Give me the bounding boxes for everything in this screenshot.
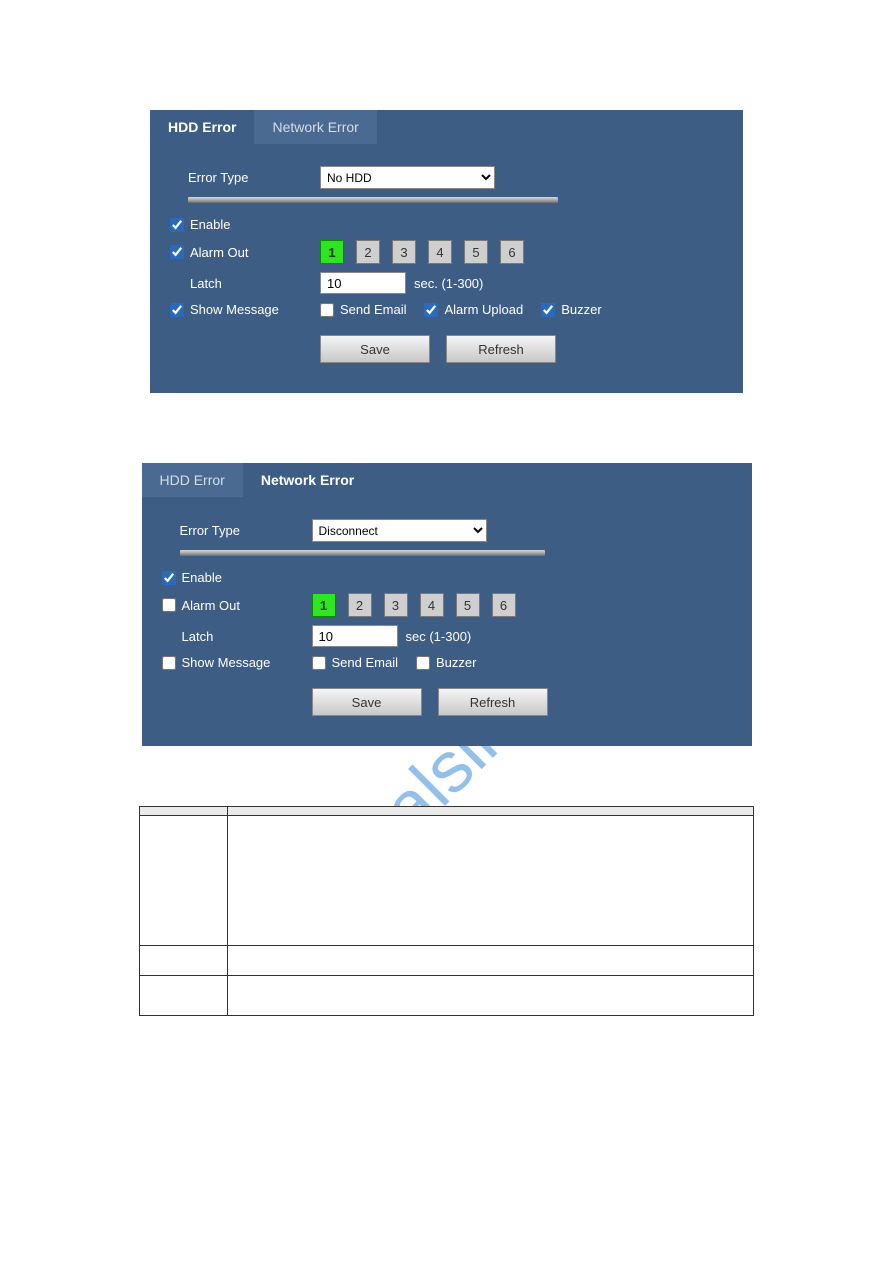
send-email-label: Send Email [332,655,398,670]
latch-label: Latch [182,629,214,644]
alarm-out-1[interactable]: 1 [320,240,344,264]
parameter-table [139,806,754,1016]
show-message-label: Show Message [182,655,271,670]
alarm-out-buttons: 1 2 3 4 5 6 [312,593,520,617]
error-type-label: Error Type [180,523,312,538]
error-type-label: Error Type [188,170,320,185]
cell-param [140,946,228,976]
alarm-out-label: Alarm Out [182,598,241,613]
tab-network-error[interactable]: Network Error [243,463,372,497]
alarm-out-2[interactable]: 2 [356,240,380,264]
refresh-button[interactable]: Refresh [438,688,548,716]
tab-bar: HDD Error Network Error [142,463,752,497]
refresh-button[interactable]: Refresh [446,335,556,363]
divider [180,550,545,556]
cell-param [140,816,228,946]
enable-checkbox[interactable] [162,571,176,585]
tab-hdd-error[interactable]: HDD Error [150,110,254,144]
alarm-out-2[interactable]: 2 [348,593,372,617]
save-button[interactable]: Save [312,688,422,716]
show-message-label: Show Message [190,302,279,317]
error-type-select[interactable]: Disconnect [312,519,487,542]
alarm-out-3[interactable]: 3 [384,593,408,617]
error-type-select[interactable]: No HDD [320,166,495,189]
alarm-upload-checkbox[interactable] [424,303,438,317]
table-header-function [228,807,754,816]
buzzer-checkbox[interactable] [541,303,555,317]
show-message-checkbox[interactable] [170,303,184,317]
cell-func [228,976,754,1016]
latch-unit: sec. (1-300) [414,276,483,291]
alarm-out-3[interactable]: 3 [392,240,416,264]
alarm-out-label: Alarm Out [190,245,249,260]
alarm-out-buttons: 1 2 3 4 5 6 [320,240,528,264]
tab-bar: HDD Error Network Error [150,110,743,144]
latch-input[interactable] [320,272,406,294]
alarm-out-5[interactable]: 5 [464,240,488,264]
alarm-out-4[interactable]: 4 [428,240,452,264]
hdd-error-panel: HDD Error Network Error Error Type No HD… [150,110,743,393]
buzzer-label: Buzzer [561,302,601,317]
latch-input[interactable] [312,625,398,647]
cell-func [228,946,754,976]
latch-label: Latch [190,276,222,291]
alarm-out-4[interactable]: 4 [420,593,444,617]
alarm-out-6[interactable]: 6 [492,593,516,617]
table-row [140,946,754,976]
alarm-out-1[interactable]: 1 [312,593,336,617]
cell-func [228,816,754,946]
table-header-parameter [140,807,228,816]
show-message-checkbox[interactable] [162,656,176,670]
network-error-panel: HDD Error Network Error Error Type Disco… [142,463,752,746]
table-row [140,816,754,946]
send-email-checkbox[interactable] [312,656,326,670]
alarm-upload-label: Alarm Upload [444,302,523,317]
enable-label: Enable [182,570,222,585]
save-button[interactable]: Save [320,335,430,363]
alarm-out-5[interactable]: 5 [456,593,480,617]
buzzer-label: Buzzer [436,655,476,670]
send-email-label: Send Email [340,302,406,317]
enable-label: Enable [190,217,230,232]
divider [188,197,558,203]
alarm-out-checkbox[interactable] [162,598,176,612]
table-row [140,976,754,1016]
alarm-out-checkbox[interactable] [170,245,184,259]
tab-hdd-error[interactable]: HDD Error [142,463,243,497]
tab-network-error[interactable]: Network Error [254,110,376,144]
enable-checkbox[interactable] [170,218,184,232]
buzzer-checkbox[interactable] [416,656,430,670]
latch-unit: sec (1-300) [406,629,472,644]
alarm-out-6[interactable]: 6 [500,240,524,264]
send-email-checkbox[interactable] [320,303,334,317]
cell-param [140,976,228,1016]
